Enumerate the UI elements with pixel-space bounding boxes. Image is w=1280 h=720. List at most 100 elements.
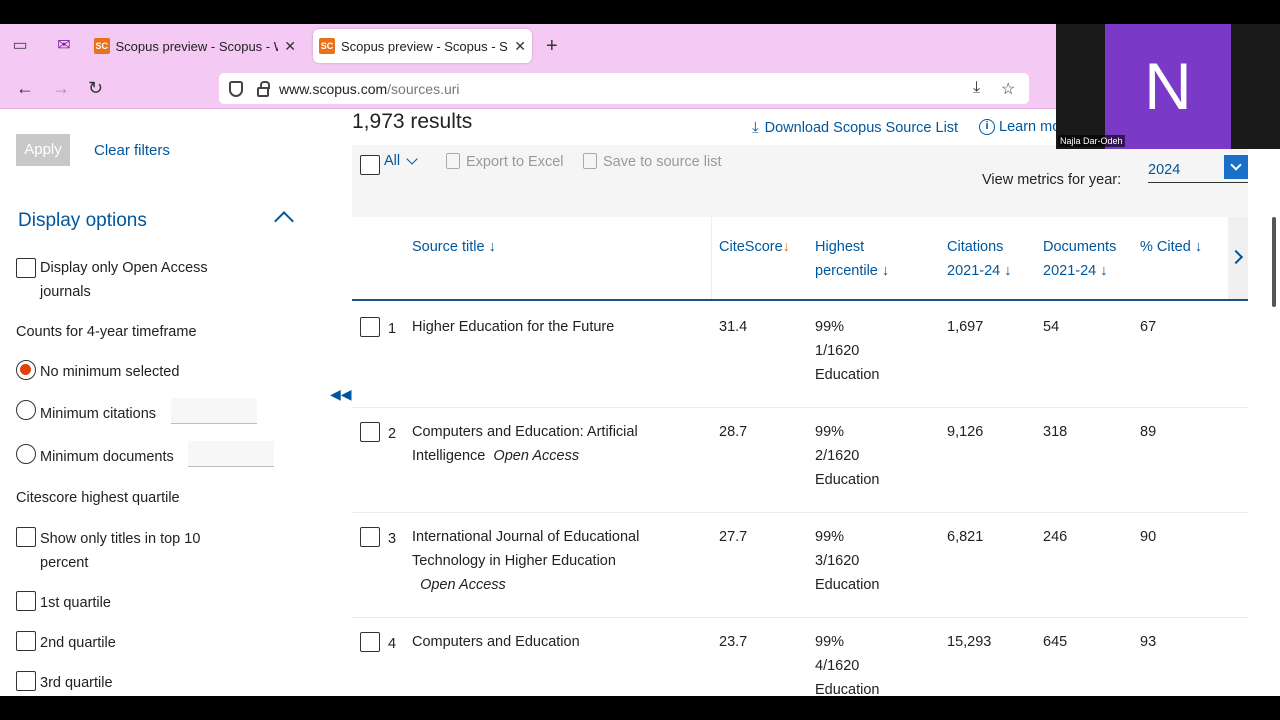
citescore-value: 27.7 [719,529,748,545]
documents-value: 54 [1043,319,1060,335]
participant-avatar: N [1105,24,1231,149]
info-icon: i [979,119,995,135]
q2-label: 2nd quartile [40,635,116,651]
citescore-value: 31.4 [719,319,748,335]
year-select[interactable]: 2024 [1148,155,1248,183]
select-all-checkbox[interactable] [360,155,380,175]
quartile-heading: Citescore highest quartile [16,490,180,506]
title-line: Intelligence [412,448,486,464]
field: Education [815,472,880,488]
source-title-link[interactable]: International Journal of Educational Tech… [412,525,639,597]
min-documents-radio[interactable] [16,444,36,464]
open-access-badge: Open Access [493,448,580,464]
excel-icon [446,153,460,169]
no-minimum-radio[interactable] [16,360,36,380]
export-excel-button[interactable]: Export to Excel [446,153,564,170]
col-citescore[interactable]: CiteScore↓ [719,235,790,259]
source-title-link[interactable]: Higher Education for the Future [412,315,614,339]
tab-scopus-sources[interactable]: SC Scopus preview - Scopus - Sour ✕ [313,29,532,63]
source-title-link[interactable]: Computers and Education: Artificial Intel… [412,420,638,468]
table-row: 4 Computers and Education 23.7 99% 4/1620… [352,618,1248,696]
col-documents[interactable]: Documents 2021-24 ↓ [1043,235,1116,283]
nav-bar: ← → ↻ www.scopus.com/sources.uri ⤓ ☆ [0,69,1056,109]
field: Education [815,577,880,593]
percentile-value: 99% 2/1620 Education [815,420,880,492]
row-checkbox[interactable] [360,422,380,442]
download-icon: ⤓ [752,119,759,136]
scopus-favicon-icon: SC [94,38,110,54]
chevron-down-icon[interactable] [1224,155,1248,179]
save-source-list-button[interactable]: Save to source list [583,153,721,170]
col-source-title[interactable]: Source title ↓ [412,235,496,259]
no-minimum-label: No minimum selected [40,364,180,380]
top10-checkbox[interactable] [16,527,36,547]
open-access-checkbox[interactable] [16,258,36,278]
close-icon[interactable]: ✕ [514,38,526,55]
citescore-value: 28.7 [719,424,748,440]
apply-button[interactable]: Apply [16,134,70,166]
q3-checkbox[interactable] [16,671,36,691]
address-bar[interactable]: www.scopus.com/sources.uri ⤓ ☆ [219,73,1029,104]
shield-icon[interactable] [229,80,243,97]
row-checkbox[interactable] [360,632,380,652]
sort-arrow-icon: ↓ [488,239,496,255]
source-title-link[interactable]: Computers and Education [412,630,580,654]
lock-icon[interactable] [257,80,270,97]
display-options-heading[interactable]: Display options [18,210,147,232]
cited-value: 67 [1140,319,1157,335]
scopus-favicon-icon: SC [319,38,335,54]
export-label: Export to Excel [466,154,564,170]
download-label: Download Scopus Source List [764,119,959,136]
new-tab-button[interactable]: + [546,36,558,56]
tab-scopus-welcome[interactable]: SC Scopus preview - Scopus - Welc ✕ [88,29,302,63]
download-source-list-link[interactable]: ⤓ Download Scopus Source List [752,119,958,136]
citations-value: 9,126 [947,424,984,440]
min-citations-label: Minimum citations [40,406,157,422]
col-label: CiteScore [719,239,783,255]
scroll-columns-right-icon[interactable] [1228,217,1248,299]
clear-filters-link[interactable]: Clear filters [94,142,170,159]
chevron-up-icon[interactable] [274,211,294,231]
close-icon[interactable]: ✕ [284,38,296,55]
percentile-value: 99% 4/1620 Education [815,630,880,696]
min-documents-input[interactable] [188,441,274,467]
view-metrics-label: View metrics for year: [982,172,1122,188]
page-scrollbar[interactable] [1272,217,1276,307]
col-label: 2021-24 [1043,263,1097,279]
title-line: Computers and Education [412,634,580,650]
citations-value: 6,821 [947,529,984,545]
chevron-down-icon[interactable] [406,153,418,165]
rank: 3/1620 [815,553,860,569]
col-citations[interactable]: Citations 2021-24 ↓ [947,235,1012,283]
bookmark-star-icon[interactable]: ☆ [1001,79,1015,99]
select-all-dropdown[interactable]: All [384,153,400,169]
col-highest-percentile[interactable]: Highest percentile ↓ [815,235,889,283]
row-checkbox[interactable] [360,527,380,547]
min-citations-radio[interactable] [16,400,36,420]
back-icon[interactable]: ← [16,78,34,98]
mail-icon[interactable]: ✉ [54,36,74,56]
field: Education [815,682,880,696]
scopus-sources-page: Apply Clear filters Display options Disp… [0,110,1280,696]
citescore-value: 23.7 [719,634,748,650]
col-label: % Cited [1140,239,1191,255]
documents-value: 246 [1043,529,1068,545]
forward-icon[interactable]: → [52,78,70,98]
reload-icon[interactable]: ↻ [88,78,103,98]
q1-checkbox[interactable] [16,591,36,611]
q2-checkbox[interactable] [16,631,36,651]
collapse-sidebar-icon[interactable]: ◀◀ [330,386,352,403]
tab-title: Scopus preview - Scopus - Sour [340,38,509,54]
open-access-label: Display only Open Access [40,260,208,276]
row-number: 1 [388,321,397,337]
tab-tray-icon[interactable]: ▭ [10,36,30,56]
min-citations-input[interactable] [171,398,257,424]
results-toolbar: All Export to Excel Save to source list … [352,145,1248,217]
col-cited[interactable]: % Cited ↓ [1140,235,1202,259]
row-checkbox[interactable] [360,317,380,337]
url-host: www.scopus.com [279,80,388,97]
sort-arrow-icon: ↓ [881,263,890,279]
citations-value: 1,697 [947,319,984,335]
learn-more-link[interactable]: i Learn mo [979,119,1060,135]
install-icon[interactable]: ⤓ [973,79,980,97]
